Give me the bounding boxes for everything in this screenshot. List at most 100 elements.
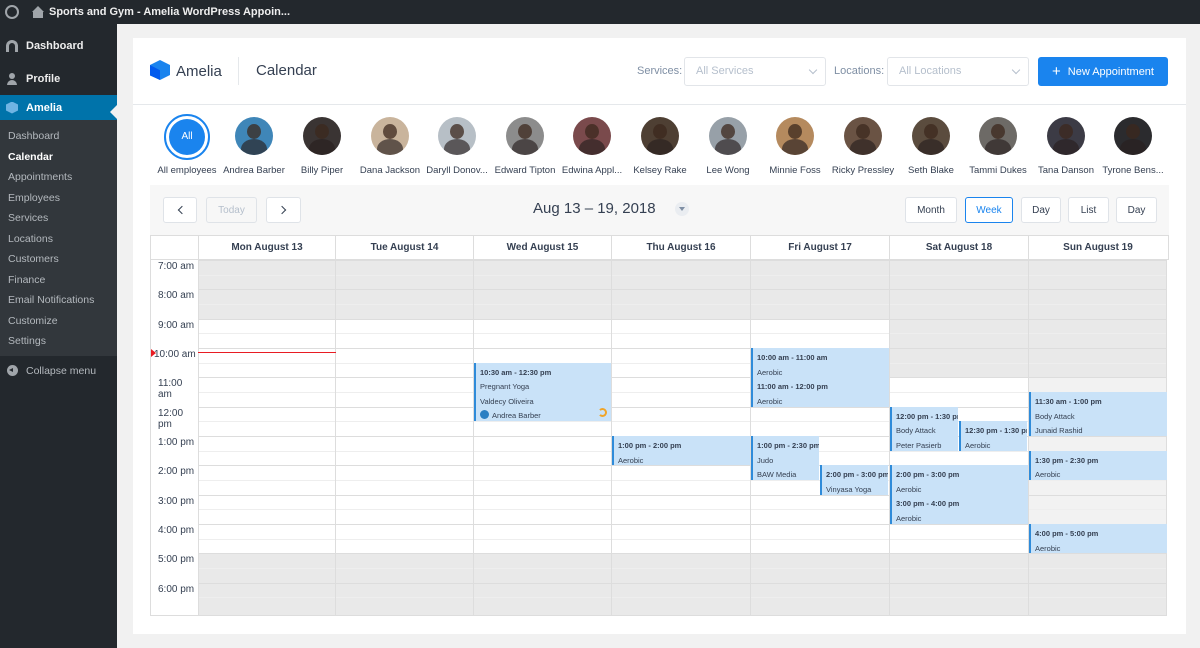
employee-name: Daryll Donov... (426, 165, 488, 176)
admin-bar: Sports and Gym - Amelia WordPress Appoin… (0, 0, 1200, 24)
next-button[interactable] (266, 197, 301, 223)
logo-text: Amelia (176, 62, 222, 80)
employee-item[interactable]: Kelsey Rake (624, 114, 696, 176)
time-label: 7:00 am (158, 261, 195, 272)
submenu-item-settings[interactable]: Settings (0, 331, 117, 352)
menu-profile[interactable]: Profile (0, 62, 117, 95)
submenu-item-locations[interactable]: Locations (0, 229, 117, 250)
appointment-event[interactable]: 1:00 pm - 2:30 pm Judo BAW Media (751, 435, 819, 480)
appointment-event[interactable]: 1:30 pm - 2:30 pm Aerobic (1029, 450, 1167, 480)
day-header: Fri August 17 (750, 236, 889, 260)
appointment-event[interactable]: 4:00 pm - 5:00 pm Aerobic (1029, 523, 1167, 554)
page-header: Amelia Calendar Services: All Services L… (133, 38, 1186, 105)
employee-item[interactable]: Dana Jackson (354, 114, 426, 176)
employee-item[interactable]: Daryll Donov... (421, 114, 493, 176)
event-time: 2:00 pm - 3:00 pm (826, 470, 888, 480)
submenu-item-customize[interactable]: Customize (0, 311, 117, 332)
submenu-item-services[interactable]: Services (0, 208, 117, 229)
menu-amelia[interactable]: Amelia (0, 95, 117, 120)
view-week-button[interactable]: Week (965, 197, 1013, 223)
page-title: Calendar (256, 62, 317, 79)
calendar-panel: Amelia Calendar Services: All Services L… (133, 38, 1186, 634)
event-detail: Junaid Rashid (1035, 426, 1083, 436)
appointment-event[interactable]: 12:30 pm - 1:30 pm Aerobic (959, 421, 1027, 451)
site-title-link[interactable]: Sports and Gym - Amelia WordPress Appoin… (49, 6, 290, 18)
appointment-event[interactable]: 10:00 am - 11:00 am Aerobic 11:00 am - 12:… (751, 347, 889, 407)
amelia-submenu: Dashboard Calendar Appointments Employees Se… (0, 120, 117, 356)
appointment-event[interactable]: 2:00 pm - 3:00 pm Vinyasa Yoga (820, 465, 888, 495)
view-month-button[interactable]: Month (905, 197, 957, 223)
home-icon[interactable] (32, 6, 44, 18)
employee-item[interactable]: Lee Wong (692, 114, 764, 176)
employee-item[interactable]: Andrea Barber (218, 114, 290, 176)
event-detail: Aerobic (896, 484, 922, 494)
event-time: 3:00 pm - 4:00 pm (896, 499, 960, 509)
amelia-logo: Amelia (150, 60, 222, 82)
all-employees-avatar: All (164, 114, 210, 160)
submenu-item-finance[interactable]: Finance (0, 270, 117, 291)
collapse-menu-button[interactable]: Collapse menu (0, 356, 117, 386)
employee-item[interactable]: Billy Piper (286, 114, 358, 176)
dashboard-icon (6, 39, 18, 52)
chevron-down-icon (1011, 65, 1021, 75)
appointment-event[interactable]: 10:30 am - 12:30 pm Pregnant Yoga Valdecy … (474, 362, 611, 422)
collapse-icon (7, 365, 18, 376)
admin-sidebar: Dashboard Profile Amelia Dashboard Calend… (0, 24, 117, 648)
employee-avatar (776, 117, 814, 155)
header-divider (238, 57, 239, 85)
day-column[interactable] (473, 260, 611, 616)
employee-item[interactable]: Tana Danson (1030, 114, 1102, 176)
event-detail: BAW Media (757, 470, 797, 480)
event-detail: Aerobic (757, 367, 783, 377)
time-label: 2:00 pm (158, 466, 195, 478)
employee-filter: All All employees Andrea Barber Billy Piper… (151, 114, 1171, 180)
employee-item[interactable]: Edwina Appl... (556, 114, 628, 176)
event-detail: Peter Pasierb (896, 440, 942, 450)
appointment-event[interactable]: 1:00 pm - 2:00 pm Aerobic (612, 435, 750, 466)
amelia-logo-icon (150, 60, 170, 82)
day-column[interactable] (198, 260, 335, 616)
employee-all[interactable]: All All employees (151, 114, 223, 176)
employee-item[interactable]: Ricky Pressley (827, 114, 899, 176)
employee-item[interactable]: Minnie Foss (759, 114, 831, 176)
services-select[interactable]: All Services (684, 57, 826, 86)
event-time: 11:30 am - 1:00 pm (1035, 396, 1102, 406)
profile-icon (6, 72, 18, 85)
services-placeholder: All Services (696, 65, 754, 77)
submenu-item-dashboard[interactable]: Dashboard (0, 126, 117, 147)
wordpress-logo-icon[interactable] (0, 0, 24, 24)
date-range-dropdown-icon[interactable] (675, 202, 689, 216)
submenu-item-appointments[interactable]: Appointments (0, 167, 117, 188)
employee-item[interactable]: Tammi Dukes (962, 114, 1034, 176)
locations-select[interactable]: All Locations (887, 57, 1029, 86)
day-column[interactable] (335, 260, 473, 616)
new-appointment-button[interactable]: + New Appointment (1038, 57, 1168, 86)
new-appointment-label: New Appointment (1067, 65, 1154, 78)
time-label: 5:00 pm (158, 554, 195, 566)
today-button[interactable]: Today (206, 197, 257, 223)
prev-button[interactable] (163, 197, 197, 223)
submenu-item-email-notifications[interactable]: Email Notifications (0, 290, 117, 311)
calendar-toolbar: Today Aug 13 – 19, 2018 Month Week Day L… (150, 185, 1169, 235)
employee-item[interactable]: Edward Tipton (489, 114, 561, 176)
view-day-list-button[interactable]: Day (1116, 197, 1157, 223)
employee-item[interactable]: Tyrone Bens... (1097, 114, 1169, 176)
appointment-event[interactable]: 2:00 pm - 3:00 pm Aerobic 3:00 pm - 4:00 p… (890, 465, 1028, 524)
view-day-button[interactable]: Day (1021, 197, 1061, 223)
event-detail: Judo (757, 455, 774, 465)
locations-placeholder: All Locations (899, 65, 962, 77)
submenu-item-customers[interactable]: Customers (0, 249, 117, 270)
view-list-button[interactable]: List (1068, 197, 1109, 223)
day-header: Wed August 15 (473, 236, 611, 260)
submenu-item-employees[interactable]: Employees (0, 188, 117, 209)
menu-dashboard[interactable]: Dashboard (0, 29, 117, 62)
amelia-icon (6, 101, 18, 114)
appointment-event[interactable]: 11:30 am - 1:00 pm Body Attack Junaid Rash… (1029, 391, 1167, 436)
day-column[interactable] (1028, 260, 1167, 616)
event-detail: Aerobic (1035, 470, 1061, 480)
time-label: 1:00 pm (158, 436, 195, 448)
appointment-event[interactable]: 12:00 pm - 1:30 pm Body Attack Peter Pasie… (890, 406, 958, 451)
submenu-item-calendar[interactable]: Calendar (0, 147, 117, 168)
employee-item[interactable]: Seth Blake (895, 114, 967, 176)
event-detail: Aerobic (757, 396, 783, 406)
